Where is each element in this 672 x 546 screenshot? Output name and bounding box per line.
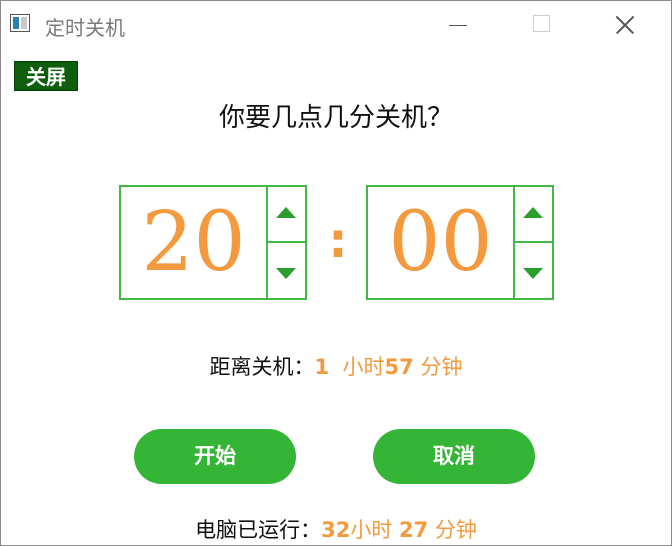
start-button[interactable]: 开始: [134, 429, 296, 484]
triangle-up-icon: [523, 207, 543, 218]
remaining-minutes: 57: [384, 355, 414, 379]
close-icon[interactable]: [602, 7, 648, 41]
minute-down-button[interactable]: [515, 243, 552, 297]
uptime-minutes: 27: [399, 518, 429, 542]
time-remaining: 距离关机：1 小时57 分钟: [1, 351, 671, 381]
title-bar[interactable]: 定时关机: [1, 1, 671, 45]
maximize-icon[interactable]: [519, 7, 565, 41]
window-title: 定时关机: [45, 16, 125, 40]
uptime-hours-unit: 小时: [350, 518, 393, 542]
remaining-hours-unit: 小时: [342, 355, 385, 379]
screen-off-button[interactable]: 关屏: [14, 61, 78, 91]
cancel-button[interactable]: 取消: [373, 429, 535, 484]
time-remaining-label: 距离关机：: [209, 355, 315, 379]
hour-down-button[interactable]: [268, 243, 305, 297]
uptime-label: 电脑已运行：: [195, 518, 322, 542]
triangle-down-icon: [276, 268, 296, 279]
minute-up-button[interactable]: [515, 187, 552, 241]
triangle-up-icon: [276, 207, 296, 218]
hour-spinner: 20: [119, 185, 307, 300]
remaining-hours: 1: [314, 355, 330, 379]
minimize-icon[interactable]: [435, 7, 481, 41]
minute-spinner: 00: [366, 185, 554, 300]
app-window: 定时关机 关屏 你要几点几分关机？ 20 : 00 距离关机：1 小时57 分钟…: [0, 0, 672, 546]
uptime-minutes-unit: 分钟: [434, 518, 477, 542]
remaining-minutes-unit: 分钟: [420, 355, 463, 379]
minute-value[interactable]: 00: [368, 187, 513, 298]
hour-value[interactable]: 20: [121, 187, 266, 298]
uptime-hours: 32: [321, 518, 351, 542]
app-icon: [10, 14, 30, 32]
hour-up-button[interactable]: [268, 187, 305, 241]
time-separator: :: [328, 213, 348, 269]
triangle-down-icon: [523, 268, 543, 279]
shutdown-question: 你要几点几分关机？: [218, 103, 453, 133]
uptime: 电脑已运行：32小时 27 分钟: [1, 514, 671, 544]
